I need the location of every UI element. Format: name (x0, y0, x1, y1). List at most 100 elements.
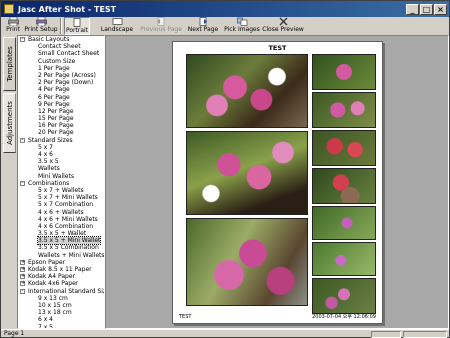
collapse-icon[interactable]: - (20, 288, 25, 294)
close-button[interactable]: × (434, 3, 447, 15)
tree-item[interactable]: 15 Per Page (18, 115, 104, 122)
status-text: Page 1 (4, 330, 25, 337)
tree-item-label: Contact Sheet (38, 43, 81, 51)
tree-item[interactable]: 6 x 4 (18, 316, 104, 323)
tree-item[interactable]: 4 x 6 (18, 151, 104, 158)
photo-4[interactable] (312, 54, 376, 90)
tab-templates[interactable]: Templates (3, 37, 16, 91)
tree-item-label: 4 x 6 (38, 151, 53, 158)
tree-item[interactable]: 2 Per Page (Across) (18, 72, 104, 79)
photo-7[interactable] (312, 168, 376, 204)
page-footer-date: 2003-07-04 오후 12:06:09 (312, 314, 376, 320)
tree-item-label: 15 Per Page (38, 115, 74, 123)
collapse-icon[interactable]: - (20, 180, 25, 186)
photo-5[interactable] (312, 92, 376, 128)
expand-icon[interactable]: + (20, 281, 25, 287)
collapse-icon[interactable]: - (20, 137, 25, 143)
tree-group[interactable]: + Kodak A4 Paper (18, 273, 104, 280)
tree-item[interactable]: 12 Per Page (18, 108, 104, 115)
tree-item-label: 3.5 x 5 + Wallet (38, 230, 87, 238)
tree-item[interactable]: 5 x 7 Combination (18, 201, 104, 208)
tree-item-label: Epson Paper (28, 258, 66, 266)
expand-icon[interactable]: + (20, 274, 25, 280)
photo-8[interactable] (312, 206, 376, 240)
close-preview-button[interactable]: Close Preview (262, 17, 304, 35)
tree-item[interactable]: 9 x 13 cm (18, 295, 104, 302)
tree-item[interactable]: 3.5 x 5 + Mini Wallet (18, 236, 104, 246)
tree-item[interactable]: 6 Per Page (18, 94, 104, 101)
pick-images-button[interactable]: Pick Images (224, 17, 260, 35)
tree-item[interactable]: 13 x 18 cm (18, 309, 104, 316)
tree-group[interactable]: - Standard Sizes (18, 137, 104, 144)
tree-group[interactable]: + Kodak 4x6 Paper (18, 280, 104, 287)
tree-item[interactable]: 10 x 15 cm (18, 302, 104, 309)
photo-6[interactable] (312, 130, 376, 166)
tree-item[interactable]: 9 Per Page (18, 101, 104, 108)
tree-item[interactable]: 1 Per Page (18, 65, 104, 72)
tree-item[interactable]: Wallets (18, 165, 104, 172)
tree-item[interactable]: Custom Size (18, 58, 104, 65)
tree-group[interactable]: - Basic Layouts (18, 36, 104, 43)
tree-item[interactable]: 3.5 x 5 + Wallet (18, 230, 104, 237)
tree-item-label: 6 Per Page (38, 93, 70, 101)
page-footer-title: TEST (179, 314, 192, 320)
tree-item[interactable]: 4 x 6 + Mini Wallets (18, 216, 104, 223)
status-panel-1 (371, 331, 401, 338)
template-tree[interactable]: - Basic Layouts Contact Sheet Small Contact… (17, 35, 105, 329)
photo-1[interactable] (186, 54, 308, 128)
tab-adjustments[interactable]: Adjustments (3, 93, 16, 153)
landscape-button[interactable]: Landscape (98, 17, 136, 35)
tree-item-label: 9 x 13 cm (38, 294, 68, 302)
tree-item-label: Small Contact Sheet (38, 50, 100, 58)
print-button[interactable]: Print (2, 17, 24, 35)
status-bar: Page 1 (1, 329, 449, 338)
tree-item-label: 1 Per Page (38, 64, 70, 72)
tree-item[interactable]: Mini Wallets (18, 173, 104, 180)
tree-group[interactable]: + Epson Paper (18, 259, 104, 266)
preview-area: TEST TEST 2003-07-04 오후 12:06:09 (105, 35, 449, 329)
tree-item[interactable]: 2 Per Page (Down) (18, 79, 104, 86)
tree-item-label: 5 x 7 + Mini Wallets (38, 194, 98, 202)
tree-item-label: 5 x 7 (38, 143, 53, 151)
photo-10[interactable] (312, 278, 376, 314)
tree-item[interactable]: 5 x 7 + Mini Wallets (18, 194, 104, 201)
tree-item[interactable]: 5 x 7 (18, 144, 104, 151)
toolbar: Print Print Setup Portrait Landscape Pre… (1, 17, 449, 35)
photo-9[interactable] (312, 242, 376, 276)
tree-item-label: 12 Per Page (38, 107, 74, 115)
page-title: TEST (268, 44, 287, 52)
maximize-button[interactable]: □ (420, 3, 433, 15)
tree-item[interactable]: Contact Sheet (18, 43, 104, 50)
photo-3[interactable] (186, 218, 308, 306)
tree-group[interactable]: - International Standard Sizes (18, 288, 104, 295)
portrait-label: Portrait (65, 27, 89, 34)
tree-item-label: 3.5 x 5 (38, 158, 59, 166)
photo-2[interactable] (186, 131, 308, 215)
portrait-button[interactable]: Portrait (64, 17, 90, 35)
tree-item[interactable]: 16 Per Page (18, 122, 104, 129)
tree-item-label: 9 Per Page (38, 100, 70, 108)
previous-page-icon (156, 17, 167, 26)
tab-adjustments-label: Adjustments (5, 101, 14, 145)
tree-item[interactable]: 20 Per Page (18, 129, 104, 136)
print-setup-button[interactable]: Print Setup (24, 17, 58, 35)
tree-item[interactable]: 5 x 7 + Wallets (18, 187, 104, 194)
tree-item[interactable]: Small Contact Sheet (18, 50, 104, 57)
expand-icon[interactable]: + (20, 259, 25, 265)
tree-item[interactable]: 3.5 x 5 (18, 158, 104, 165)
tree-group[interactable]: - Combinations (18, 180, 104, 187)
expand-icon[interactable]: + (20, 267, 25, 272)
collapse-icon[interactable]: - (20, 37, 25, 42)
tree-item[interactable]: 4 x 6 + Wallets (18, 209, 104, 216)
previous-page-button[interactable]: Previous Page (140, 17, 182, 35)
close-preview-icon (278, 17, 289, 26)
tree-item[interactable]: 4 x 6 Combination (18, 223, 104, 230)
tree-item[interactable]: 3.5 x 5 Combination (18, 244, 104, 251)
print-setup-icon (35, 17, 47, 26)
tree-group[interactable]: + Kodak 8.5 x 11 Paper (18, 266, 104, 273)
minimize-button[interactable]: _ (406, 3, 419, 15)
tree-item[interactable]: Wallets + Mini Wallets (18, 252, 104, 259)
side-tabs: Templates Adjustments (3, 37, 16, 153)
tree-item[interactable]: 4 Per Page (18, 86, 104, 93)
next-page-button[interactable]: Next Page (186, 17, 220, 35)
